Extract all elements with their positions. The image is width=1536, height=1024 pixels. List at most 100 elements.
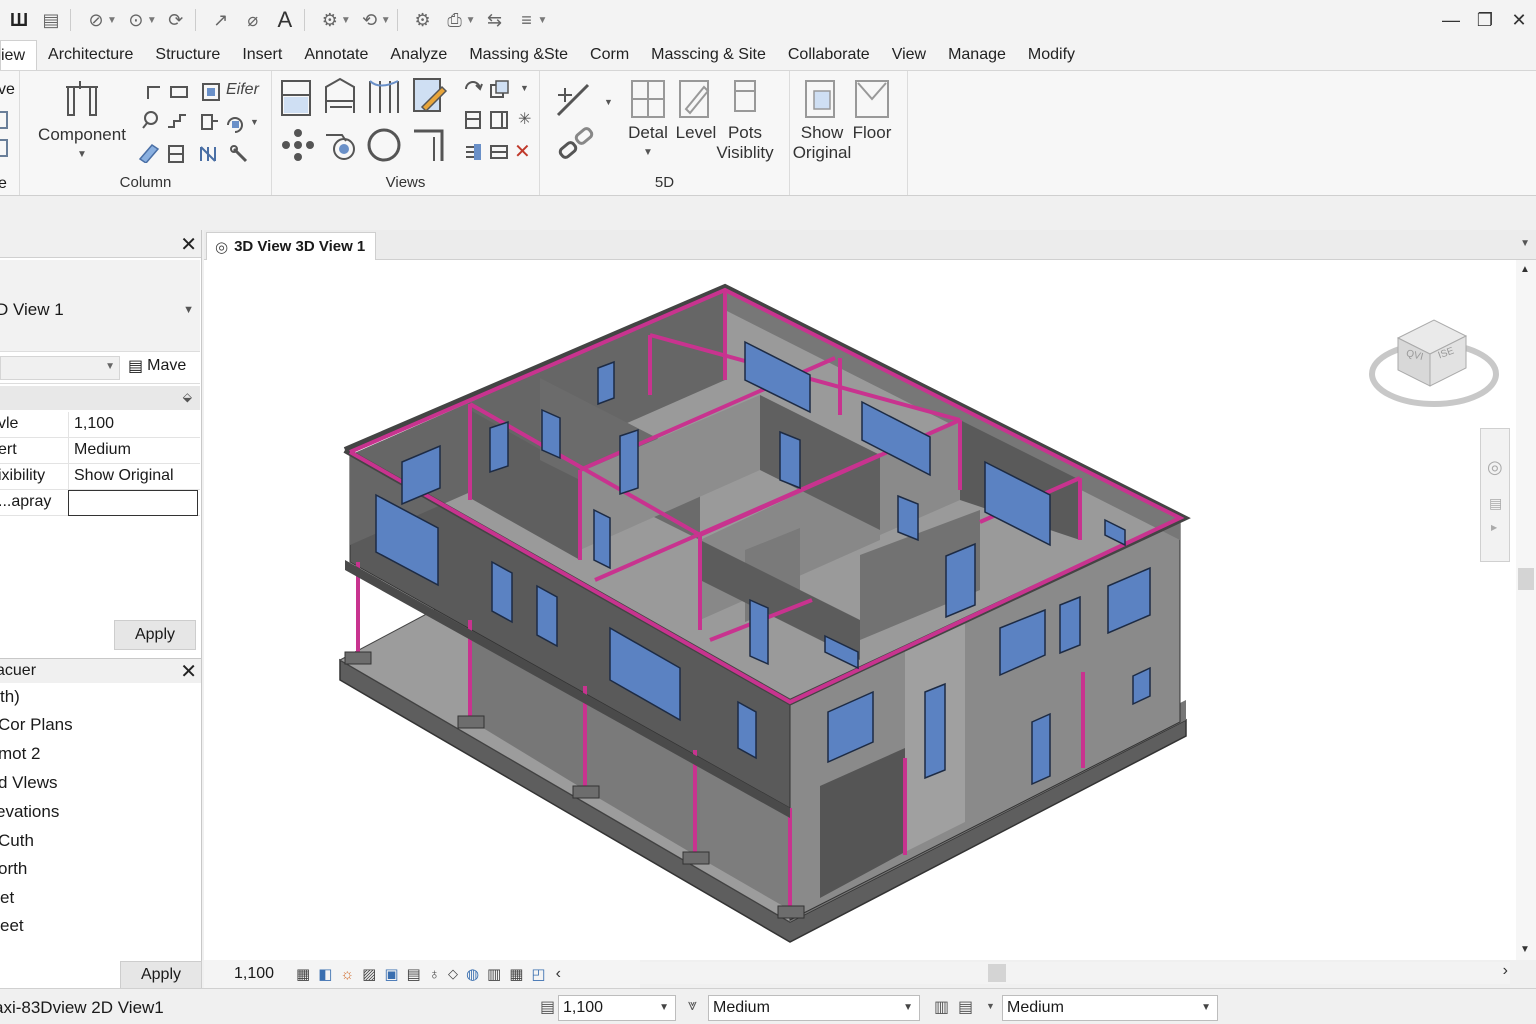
- settings-icon[interactable]: ⚙: [317, 7, 343, 33]
- component-button[interactable]: Component ▼: [34, 79, 130, 165]
- wall-join-icon[interactable]: [412, 127, 448, 163]
- visual-style-icon[interactable]: ◧: [318, 965, 332, 983]
- tab-massing-site[interactable]: Massing &Ste: [458, 40, 579, 70]
- chevron-down-icon[interactable]: ▶: [1491, 523, 1497, 532]
- view-tab-3d[interactable]: ◎ 3D View 3D View 1: [206, 232, 376, 260]
- elevation-icon[interactable]: [366, 77, 402, 117]
- steering-wheel-icon[interactable]: ◎: [1487, 457, 1503, 478]
- chevron-down-icon[interactable]: ▼: [538, 15, 548, 26]
- move-icon[interactable]: [280, 127, 316, 163]
- measure-icon[interactable]: ↗: [208, 7, 234, 33]
- eifer-label[interactable]: Eifer: [226, 81, 259, 99]
- browser-item[interactable]: th): [0, 687, 20, 707]
- scroll-right-icon[interactable]: ›: [1503, 962, 1508, 980]
- browser-item[interactable]: Cor Plans: [0, 715, 73, 735]
- camera-icon[interactable]: [322, 127, 358, 163]
- design-options-icon[interactable]: ▤: [958, 997, 973, 1017]
- partial-icon[interactable]: [0, 139, 8, 157]
- section-icon[interactable]: [322, 77, 358, 117]
- tab-annotate[interactable]: Annotate: [293, 40, 379, 70]
- plan-view-icon[interactable]: [280, 79, 312, 117]
- align-icon[interactable]: [462, 141, 484, 163]
- property-value[interactable]: Show Original: [68, 464, 198, 490]
- analytical-icon[interactable]: ▦: [509, 965, 523, 983]
- tab-manage[interactable]: Manage: [937, 40, 1017, 70]
- edit-type-button[interactable]: ▤ Mave: [128, 356, 186, 376]
- horizontal-scrollbar[interactable]: ›: [640, 962, 1510, 984]
- browser-item[interactable]: et: [0, 888, 14, 908]
- property-value[interactable]: Medium: [68, 438, 198, 464]
- view-scale[interactable]: 1,100: [234, 965, 294, 983]
- truss-icon[interactable]: [198, 143, 220, 165]
- tab-view-partial[interactable]: iew: [0, 40, 38, 70]
- search-icon[interactable]: [140, 109, 162, 131]
- chevron-down-icon[interactable]: ▼: [147, 15, 157, 26]
- scroll-down-icon[interactable]: ▼: [1520, 944, 1530, 955]
- visual-style-combo[interactable]: Medium ▼: [1002, 995, 1218, 1021]
- chevron-down-icon[interactable]: ▼: [183, 304, 194, 316]
- building-model[interactable]: [204, 260, 1516, 960]
- collapse-icon[interactable]: ⬙: [183, 390, 192, 404]
- tab-architecture[interactable]: Architecture: [37, 40, 144, 70]
- gear-icon[interactable]: ⚙: [410, 7, 436, 33]
- chevron-down-icon[interactable]: ▼: [107, 15, 117, 26]
- scroll-up-icon[interactable]: ▲: [1520, 264, 1530, 275]
- chevron-down-icon[interactable]: ▼: [520, 83, 529, 93]
- redo-icon[interactable]: ⊙: [123, 7, 149, 33]
- pan-icon[interactable]: ▤: [1489, 495, 1502, 512]
- chevron-down-icon[interactable]: ▼: [604, 97, 613, 107]
- undo-icon[interactable]: ⊘: [83, 7, 109, 33]
- scale-combo[interactable]: 1,100 ▼: [558, 995, 676, 1021]
- print-icon[interactable]: ⎙: [442, 7, 468, 33]
- tab-modify[interactable]: Modify: [1017, 40, 1086, 70]
- callout-icon[interactable]: [412, 77, 448, 117]
- floor-button[interactable]: Floor: [852, 79, 892, 143]
- pots-visibility-button[interactable]: Pots Visiblity: [712, 79, 778, 163]
- temp-hide-icon[interactable]: ◇: [448, 966, 458, 982]
- tab-collaborate[interactable]: Collaborate: [777, 40, 881, 70]
- link-icon[interactable]: [556, 127, 596, 163]
- viewcube[interactable]: QVI ISE: [1368, 308, 1500, 408]
- property-value-input[interactable]: [68, 490, 198, 516]
- titleblock-icon[interactable]: [488, 109, 510, 131]
- instance-filter-select[interactable]: ▼: [0, 356, 120, 380]
- minimize-button[interactable]: —: [1434, 0, 1468, 40]
- rotate-icon[interactable]: [224, 113, 246, 135]
- circle-icon[interactable]: [366, 127, 402, 163]
- tab-corm[interactable]: Corm: [579, 40, 640, 70]
- apply-button[interactable]: Apply: [114, 620, 196, 650]
- chevron-down-icon[interactable]: ▼: [250, 117, 259, 127]
- chevron-down-icon[interactable]: ▼: [381, 15, 391, 26]
- category-row[interactable]: ⬙: [0, 386, 200, 410]
- highlight-icon[interactable]: ◰: [531, 965, 545, 983]
- navigation-bar[interactable]: ◎ ▤ ▶: [1480, 428, 1510, 562]
- partial-icon[interactable]: [0, 111, 8, 129]
- close-button[interactable]: ✕: [1502, 0, 1536, 40]
- crop-view-icon[interactable]: ▣: [384, 965, 398, 983]
- 3d-view-canvas[interactable]: QVI ISE ◎ ▤ ▶: [204, 260, 1516, 960]
- show-original-button[interactable]: Show Original: [790, 79, 854, 163]
- close-icon[interactable]: ✕: [180, 659, 197, 684]
- wrench-icon[interactable]: [228, 143, 250, 165]
- type-selector[interactable]: D View 1 ▼: [0, 260, 200, 352]
- thin-lines-icon[interactable]: ≡: [514, 7, 540, 33]
- text-icon[interactable]: A: [272, 7, 298, 33]
- detail-level-combo[interactable]: Medium ▼: [708, 995, 920, 1021]
- tab-insert[interactable]: Insert: [231, 40, 293, 70]
- browser-item[interactable]: evations: [0, 802, 59, 822]
- browser-item[interactable]: mot 2: [0, 744, 41, 764]
- sun-path-icon[interactable]: ☼: [340, 966, 354, 983]
- detail-level-icon[interactable]: ▦: [296, 965, 310, 983]
- chevron-down-icon[interactable]: ▼: [341, 15, 351, 26]
- grid-icon[interactable]: [166, 143, 188, 165]
- reveal-hidden-icon[interactable]: ◍: [466, 965, 479, 983]
- tab-masscing-site[interactable]: Masscing & Site: [640, 40, 777, 70]
- app-logo-icon[interactable]: Ш: [6, 7, 32, 33]
- show-crop-icon[interactable]: ▤: [407, 965, 421, 983]
- copy-view-icon[interactable]: [488, 79, 510, 101]
- sheet-icon[interactable]: [462, 109, 484, 131]
- scroll-thumb[interactable]: [1518, 568, 1534, 590]
- tag-icon[interactable]: [168, 81, 190, 103]
- chevron-down-icon[interactable]: ▼: [1520, 238, 1530, 249]
- close-icon[interactable]: ✕: [180, 232, 197, 257]
